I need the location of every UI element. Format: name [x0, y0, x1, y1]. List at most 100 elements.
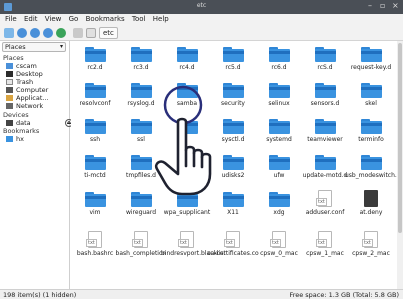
- file-item[interactable]: txt adduser.conf: [303, 186, 347, 222]
- file-item[interactable]: xdg: [257, 186, 301, 222]
- back-icon[interactable]: [17, 28, 27, 38]
- reload-icon[interactable]: [56, 28, 66, 38]
- file-item[interactable]: ufw: [257, 149, 301, 185]
- file-item[interactable]: sysctl.d: [211, 113, 255, 149]
- forward-icon[interactable]: [30, 28, 40, 38]
- sidebar-item-cscam[interactable]: cscam: [6, 62, 68, 70]
- folder-icon: [131, 119, 152, 134]
- devices-heading: Devices: [3, 111, 29, 119]
- file-item[interactable]: skel: [349, 77, 393, 113]
- file-item[interactable]: ssh: [73, 113, 117, 149]
- file-name: X11: [227, 209, 239, 216]
- sidebar-item-applications[interactable]: Applicat...: [6, 94, 68, 102]
- file-item[interactable]: txt cpsw_1_mac: [303, 227, 347, 263]
- up-icon[interactable]: [43, 28, 53, 38]
- maximize-icon[interactable]: ▫: [380, 1, 385, 10]
- sidebar-item-label: cscam: [16, 62, 37, 70]
- menu-go[interactable]: Go: [69, 15, 79, 23]
- file-name: rc4.d: [179, 64, 195, 71]
- file-type-tag: txt: [316, 198, 327, 206]
- file-item[interactable]: rcS.d: [303, 41, 347, 77]
- file-name: ufw: [273, 172, 285, 179]
- menu-help[interactable]: Help: [153, 15, 169, 23]
- text-file-icon: txt: [316, 190, 332, 207]
- file-item[interactable]: ssl: [119, 113, 163, 149]
- file-item[interactable]: teamviewer: [303, 113, 347, 149]
- file-item[interactable]: resolvconf: [73, 77, 117, 113]
- file-item[interactable]: rsyslog.d: [119, 77, 163, 113]
- menu-file[interactable]: File: [5, 15, 17, 23]
- file-item[interactable]: txt cpsw_2_mac: [349, 227, 393, 263]
- file-item[interactable]: sensors.d: [303, 77, 347, 113]
- file-item[interactable]: selinux: [257, 77, 301, 113]
- file-item[interactable]: rc2.d: [73, 41, 117, 77]
- file-item[interactable]: rc4.d: [165, 41, 209, 77]
- file-name: rcS.d: [317, 64, 333, 71]
- file-item[interactable]: wireguard: [119, 186, 163, 222]
- folder-icon: [177, 155, 198, 170]
- folder-icon: [315, 155, 336, 170]
- folder-icon: [361, 119, 382, 134]
- file-item[interactable]: at.deny: [349, 186, 393, 222]
- folder-icon: [223, 83, 244, 98]
- file-item[interactable]: rc3.d: [119, 41, 163, 77]
- file-item[interactable]: wpa_supplicant: [164, 186, 210, 222]
- file-name: resolvconf: [79, 100, 111, 107]
- sidebar-item-label: Computer: [16, 86, 49, 94]
- folder-icon: [177, 192, 198, 207]
- file-name: at.deny: [359, 209, 383, 216]
- file-item[interactable]: X11: [211, 186, 255, 222]
- menu-bookmarks[interactable]: Bookmarks: [86, 15, 125, 23]
- file-item[interactable]: security: [211, 77, 255, 113]
- menu-tool[interactable]: Tool: [132, 15, 146, 23]
- breadcrumb[interactable]: etc: [99, 27, 118, 39]
- file-item[interactable]: txt cpsw_0_mac: [257, 227, 301, 263]
- text-file-icon: txt: [316, 231, 332, 248]
- vertical-scrollbar[interactable]: [397, 41, 403, 289]
- folder-icon: [131, 155, 152, 170]
- scrollbar-thumb[interactable]: [398, 43, 402, 233]
- file-item[interactable]: tmpfiles.d: [119, 149, 163, 185]
- sidebar-item-hx[interactable]: hx: [6, 135, 68, 143]
- text-file-icon: txt: [224, 231, 240, 248]
- sidebar-item-computer[interactable]: Computer: [6, 86, 68, 94]
- file-item[interactable]: update-motd.d: [303, 149, 347, 185]
- file-name: rc5.d: [225, 64, 241, 71]
- sidebar-item-desktop[interactable]: Desktop: [6, 70, 68, 78]
- file-item[interactable]: rc6.d: [257, 41, 301, 77]
- file-item[interactable]: usb_modeswitch.d: [345, 149, 401, 185]
- file-item[interactable]: systemd: [257, 113, 301, 149]
- sidebar-item-network[interactable]: Network: [6, 102, 68, 110]
- new-folder-icon[interactable]: [4, 28, 14, 38]
- file-item[interactable]: [165, 113, 209, 149]
- file-item[interactable]: rc5.d: [211, 41, 255, 77]
- file-item[interactable]: udev: [165, 149, 209, 185]
- file-item[interactable]: udisks2: [211, 149, 255, 185]
- file-item[interactable]: vim: [73, 186, 117, 222]
- menu-edit[interactable]: Edit: [24, 15, 38, 23]
- folder-icon: [177, 47, 198, 62]
- chevron-down-icon: ▾: [59, 43, 63, 50]
- file-name: tmpfiles.d: [126, 172, 156, 179]
- file-type-tag: txt: [178, 239, 189, 247]
- menu-view[interactable]: View: [45, 15, 62, 23]
- close-icon[interactable]: ×: [392, 1, 399, 10]
- file-item[interactable]: terminfo: [349, 113, 393, 149]
- file-item[interactable]: txt bash_completion: [116, 227, 166, 263]
- file-item[interactable]: txt ca-certificates.co: [207, 227, 259, 263]
- sidebar-item-data[interactable]: data ⏏: [6, 119, 73, 127]
- file-name: cpsw_2_mac: [352, 250, 390, 257]
- sidebar-item-trash[interactable]: Trash: [6, 78, 68, 86]
- file-name: vim: [89, 209, 101, 216]
- file-item[interactable]: samba: [165, 77, 209, 113]
- text-file-icon: txt: [178, 231, 194, 248]
- sidebar-mode-select[interactable]: Places ▾: [2, 42, 66, 52]
- minimize-icon[interactable]: –: [368, 1, 372, 10]
- home-icon[interactable]: [73, 28, 83, 38]
- file-item[interactable]: ti-mctd: [73, 149, 117, 185]
- folder-icon: [6, 136, 13, 142]
- file-item[interactable]: request-key.d: [349, 41, 393, 77]
- file-item[interactable]: txt bash.bashrc: [73, 227, 117, 263]
- path-toggle-icon[interactable]: [86, 28, 96, 38]
- file-item[interactable]: txt bindresvport.blacklist: [161, 227, 226, 263]
